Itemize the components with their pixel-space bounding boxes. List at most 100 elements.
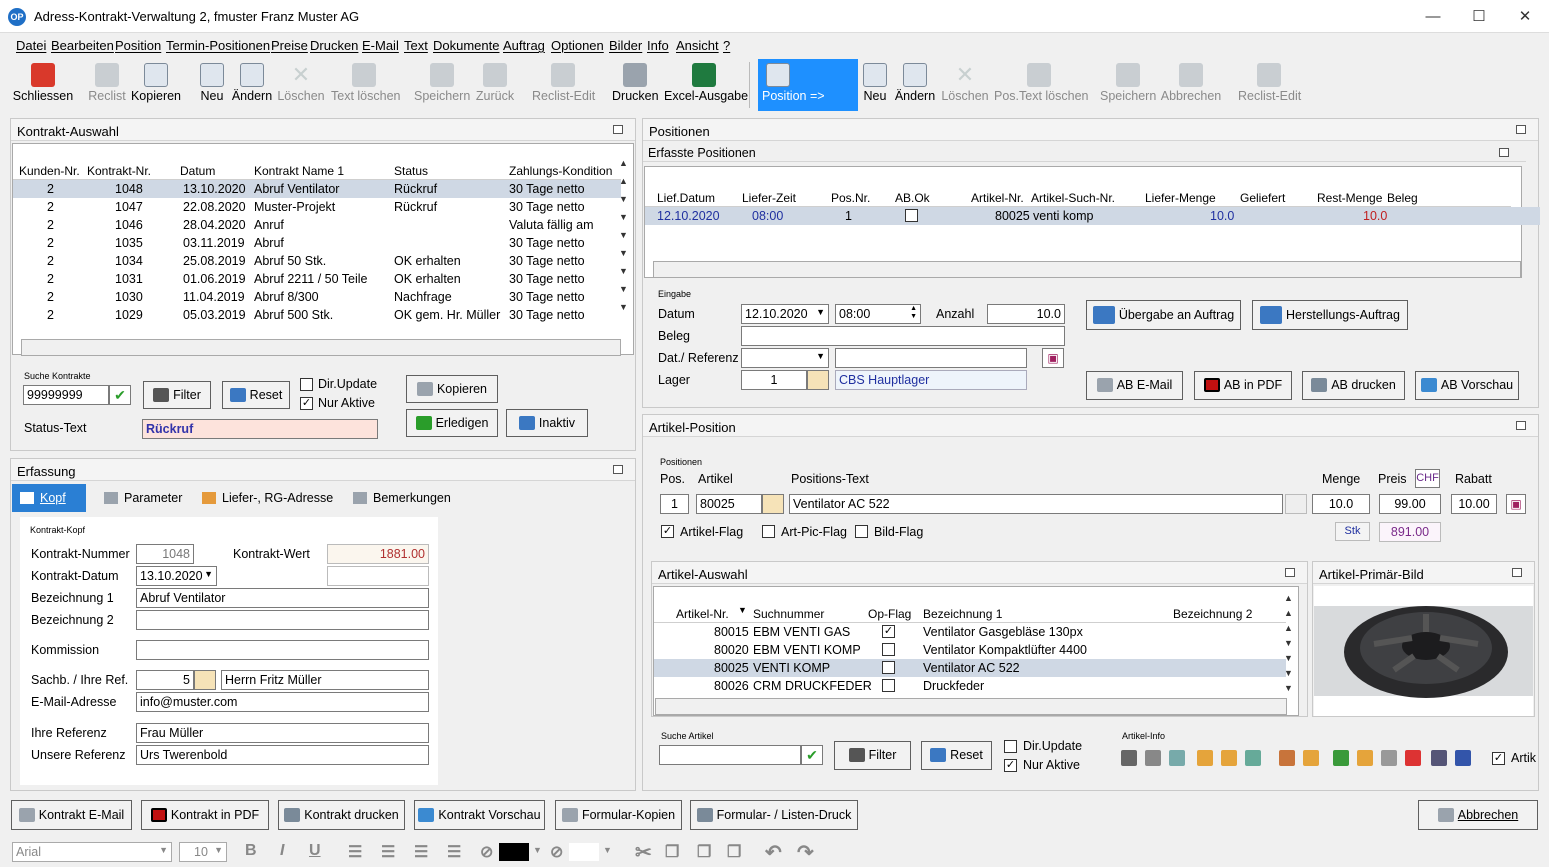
loeschen-button[interactable]: ✕ Löschen <box>277 59 325 111</box>
col-artikel-nr[interactable]: Artikel-Nr. <box>971 191 1024 205</box>
tab-bemerkungen[interactable]: Bemerkungen <box>345 484 459 512</box>
pos-loeschen-button[interactable]: ✕ Löschen <box>941 59 989 111</box>
grid-scroll-arrows[interactable]: ▲ ▲ ▲ ▼ ▼ ▼ ▼ <box>1284 591 1296 697</box>
reset-button[interactable]: Reset <box>222 381 290 409</box>
schliessen-button[interactable]: Schliessen <box>12 59 74 111</box>
ab-email-button[interactable]: AB E-Mail <box>1086 371 1183 400</box>
menu-optionen[interactable]: Optionen <box>551 38 604 53</box>
align-right-icon[interactable]: ☰ <box>414 842 428 862</box>
sachbearbeiter-name-field[interactable]: Herrn Fritz Müller <box>221 670 429 690</box>
ab-drucken-button[interactable]: AB drucken <box>1302 371 1405 400</box>
status-text-field[interactable]: Rückruf <box>142 419 378 439</box>
back-color-swatch[interactable] <box>569 843 599 861</box>
kommission-field[interactable] <box>136 640 429 660</box>
ihre-referenz-field[interactable]: Frau Müller <box>136 723 429 743</box>
abbrechen-button[interactable]: Abbrechen <box>1418 800 1538 830</box>
pos-datum-field[interactable]: 12.10.2020 ▼ <box>741 304 829 324</box>
artikel-info-icon[interactable] <box>1431 750 1447 766</box>
list-item[interactable]: 80020 EBM VENTI KOMP Ventilator Kompaktlüf… <box>654 641 1286 659</box>
maximize-icon[interactable] <box>1512 568 1522 577</box>
menu-email[interactable]: E-Mail <box>362 38 399 53</box>
pos-neu-button[interactable]: Neu <box>862 59 888 111</box>
kontrakt-drucken-button[interactable]: Kontrakt drucken <box>278 800 405 830</box>
filter-button[interactable]: Filter <box>143 381 211 409</box>
maximize-icon[interactable] <box>1516 421 1526 430</box>
artikel-grid[interactable]: Artikel-Nr. ▼ Suchnummer Op-Flag Bezeich… <box>653 586 1299 716</box>
inaktiv-button[interactable]: Inaktiv <box>506 409 588 437</box>
excel-ausgabe-button[interactable]: Excel-Ausgabe <box>664 59 748 111</box>
artikel-info-icon[interactable] <box>1197 750 1213 766</box>
artikel-info-icon[interactable] <box>1245 750 1261 766</box>
artikel-field[interactable]: 80025 <box>696 494 762 514</box>
anzahl-field[interactable]: 10.0 <box>987 304 1065 324</box>
artikel-info-icon[interactable] <box>1333 750 1349 766</box>
neu-button[interactable]: Neu <box>198 59 226 111</box>
list-item[interactable]: 80015 EBM VENTI GAS ✓ Ventilator Gasgebläse… <box>654 623 1286 641</box>
artik-checkbox[interactable]: ✓ <box>1492 752 1505 765</box>
bild-flag-checkbox[interactable] <box>855 525 868 538</box>
horizontal-scrollbar[interactable] <box>653 261 1521 278</box>
artikel-flag-checkbox[interactable]: ✓ <box>661 525 674 538</box>
close-button[interactable]: ✕ <box>1502 0 1548 33</box>
col-kunden-nr[interactable]: Kunden-Nr. <box>19 164 80 178</box>
table-row[interactable]: 2 1034 25.08.2019 Abruf 50 Stk. OK erhalten 3… <box>13 252 621 270</box>
table-row[interactable]: 2 1035 03.11.2019 Abruf 30 Tage netto <box>13 234 621 252</box>
beleg-field[interactable] <box>741 326 1065 346</box>
maximize-button[interactable]: ☐ <box>1456 0 1502 33</box>
dir-update-checkbox[interactable] <box>300 378 313 391</box>
op-flag-checkbox[interactable]: ✓ <box>882 625 895 638</box>
herstellungs-auftrag-button[interactable]: Herstellungs-Auftrag <box>1252 300 1408 330</box>
bold-icon[interactable]: B <box>245 842 257 860</box>
zurueck-button[interactable]: Zurück <box>475 59 515 111</box>
lager-nr-field[interactable]: 1 <box>741 370 807 390</box>
referenz-select[interactable]: ▼ <box>741 348 829 368</box>
artikel-info-icon[interactable] <box>1145 750 1161 766</box>
search-input[interactable]: 99999999 <box>23 385 109 405</box>
menu-position[interactable]: Position <box>115 38 161 53</box>
col-beleg[interactable]: Beleg <box>1387 191 1418 205</box>
kontrakt-pdf-button[interactable]: Kontrakt in PDF <box>141 800 269 830</box>
pos-text-loeschen-button[interactable]: Pos.Text löschen <box>994 59 1089 111</box>
highlight-icon[interactable]: ⊘ <box>480 842 493 862</box>
maximize-icon[interactable] <box>1499 148 1509 157</box>
menu-dokumente[interactable]: Dokumente <box>433 38 499 53</box>
table-row[interactable]: 2 1029 05.03.2019 Abruf 500 Stk. OK gem. Hr.… <box>13 306 621 324</box>
art-pic-flag-checkbox[interactable] <box>762 525 775 538</box>
artikel-info-icon[interactable] <box>1303 750 1319 766</box>
menu-ansicht[interactable]: Ansicht <box>676 38 719 53</box>
folder-icon[interactable] <box>1285 494 1307 514</box>
unit-badge[interactable]: Stk <box>1335 522 1370 541</box>
position-button[interactable]: Position => <box>758 59 858 111</box>
artikel-filter-button[interactable]: Filter <box>834 741 911 770</box>
ab-vorschau-button[interactable]: AB Vorschau <box>1415 371 1519 400</box>
chevron-down-icon[interactable]: ▼ <box>603 845 612 855</box>
ab-ok-checkbox[interactable] <box>905 209 918 222</box>
tab-liefer-rg-adresse[interactable]: Liefer-, RG-Adresse <box>194 484 341 512</box>
col-ab-ok[interactable]: AB.Ok <box>895 191 930 205</box>
speichern-button[interactable]: Speichern <box>414 59 470 111</box>
menge-field[interactable]: 10.0 <box>1312 494 1370 514</box>
font-size-select[interactable]: 10 ▼ <box>179 842 227 862</box>
col-kontrakt-name[interactable]: Kontrakt Name 1 <box>254 164 344 178</box>
artikel-info-icon[interactable] <box>1455 750 1471 766</box>
artikel-info-icon[interactable] <box>1221 750 1237 766</box>
text-loeschen-button[interactable]: Text löschen <box>331 59 400 111</box>
minimize-button[interactable]: — <box>1410 0 1456 33</box>
menu-auftrag[interactable]: Auftrag <box>503 38 545 53</box>
aendern-button[interactable]: Ändern <box>231 59 273 111</box>
pos-abbrechen-button[interactable]: Abbrechen <box>1160 59 1222 111</box>
currency-badge[interactable]: CHF <box>1415 469 1440 488</box>
uebergabe-an-auftrag-button[interactable]: Übergabe an Auftrag <box>1086 300 1241 330</box>
artikel-info-icon[interactable] <box>1121 750 1137 766</box>
preis-field[interactable]: 99.00 <box>1379 494 1441 514</box>
artikel-info-icon[interactable] <box>1405 750 1421 766</box>
col-lief-datum[interactable]: Lief.Datum <box>657 191 715 205</box>
suche-artikel-input[interactable] <box>659 745 801 765</box>
col-bezeichnung-1[interactable]: Bezeichnung 1 <box>923 607 1002 621</box>
lager-name-field[interactable]: CBS Hauptlager <box>835 370 1027 390</box>
artikel-dir-update-checkbox[interactable] <box>1004 740 1017 753</box>
tab-parameter[interactable]: Parameter <box>96 484 190 512</box>
justify-icon[interactable]: ☰ <box>447 842 461 862</box>
chevron-down-icon[interactable]: ▼ <box>533 845 542 855</box>
col-rest-menge[interactable]: Rest-Menge <box>1317 191 1382 205</box>
